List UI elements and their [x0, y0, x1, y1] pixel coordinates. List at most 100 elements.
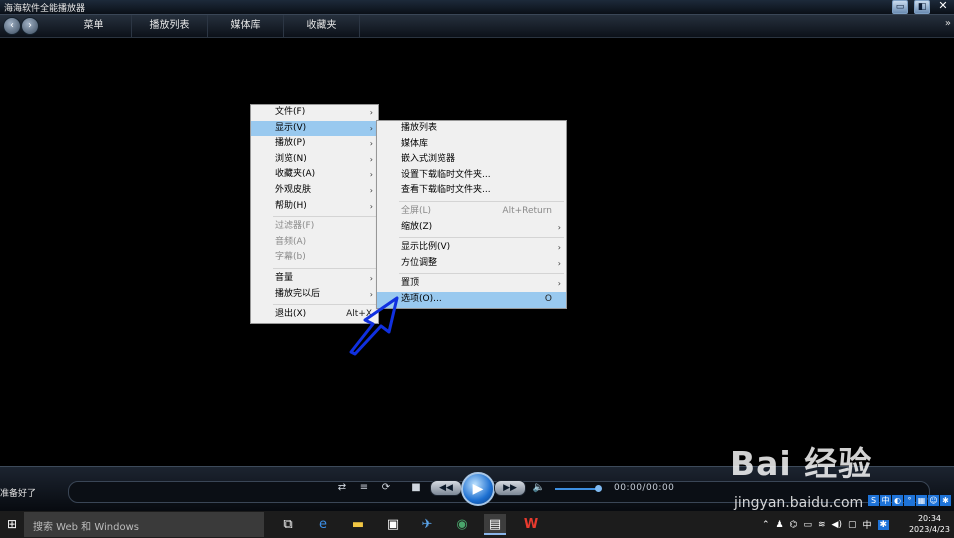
ime-moon-icon[interactable]: ◐ [892, 495, 903, 506]
submenu-arrow-icon: › [369, 108, 373, 117]
submenu-item-orientation[interactable]: 方位调整 › [377, 256, 566, 272]
tray-notification-icon[interactable]: ▢ [848, 520, 857, 530]
submenu-item-embedded-browser[interactable]: 嵌入式浏览器 [377, 152, 566, 168]
submenu-arrow-icon: › [369, 185, 373, 195]
submenu-item-playlist[interactable]: 播放列表 [377, 121, 566, 137]
submenu-arrow-icon: › [557, 222, 561, 232]
file-explorer-icon[interactable]: ▬ [347, 514, 369, 535]
submenu-item-aspect-ratio[interactable]: 显示比例(V) › [377, 240, 566, 256]
tray-ime-icon[interactable]: ✱ [877, 519, 890, 530]
search-input[interactable]: 搜索 Web 和 Windows [24, 512, 264, 537]
minimize-button[interactable]: ▭ [892, 0, 908, 14]
submenu-arrow-icon: › [369, 170, 373, 180]
taskbar-clock[interactable]: 20:34 2023/4/23 [909, 513, 950, 535]
menu-item-play[interactable]: 播放(P) › [251, 136, 378, 152]
tray-wifi-icon[interactable]: ≋ [818, 520, 826, 530]
menu-separator [399, 273, 564, 275]
tray-expand-icon[interactable]: ⌃ [762, 520, 770, 530]
tray-network-icon[interactable]: ⌬ [790, 520, 798, 530]
edge-browser-icon[interactable]: e [312, 514, 334, 535]
clock-time: 20:34 [917, 514, 942, 523]
player-app-icon[interactable]: ▤ [484, 514, 506, 535]
menu-item-label: 嵌入式浏览器 [401, 154, 456, 165]
submenu-item-always-on-top[interactable]: 置顶 › [377, 276, 566, 292]
menu-item-label: 播放列表 [401, 123, 438, 133]
tab-media-library[interactable]: 媒体库 [208, 15, 284, 37]
ime-user-icon[interactable]: ☺ [928, 495, 939, 506]
ime-settings-icon[interactable]: ✱ [940, 495, 951, 506]
menu-item-label: 文件(F) [275, 107, 306, 117]
tab-playlist[interactable]: 播放列表 [132, 15, 208, 37]
menu-item-label: 播放(P) [275, 138, 306, 149]
start-button[interactable]: ⊞ [0, 511, 24, 538]
submenu-item-fullscreen: 全屏(L) Alt+Return [377, 204, 566, 220]
playlist-icon[interactable]: ≡ [358, 481, 370, 495]
next-button[interactable]: ▶▶ [494, 480, 526, 496]
submenu-item-view-temp-folder[interactable]: 查看下载临时文件夹... [377, 183, 566, 199]
menu-item-label: 音量 [275, 272, 294, 283]
menu-shortcut: Alt+Return [502, 205, 552, 216]
menu-item-label: 显示(V) [275, 122, 307, 133]
more-chevron-icon[interactable]: » [945, 18, 951, 29]
nav-buttons: ‹ › [3, 17, 39, 35]
menu-item-label: 帮助(H) [275, 200, 307, 211]
ime-punct-icon[interactable]: ° [904, 495, 915, 506]
window-title: 海海软件全能播放器 [4, 4, 86, 14]
tab-menu[interactable]: 菜单 [56, 15, 132, 37]
menu-item-browse[interactable]: 浏览(N) › [251, 152, 378, 168]
volume-slider-knob[interactable] [595, 485, 602, 492]
globe-app-icon[interactable]: ◉ [451, 514, 473, 535]
tray-volume-icon[interactable]: ◀) [832, 520, 842, 530]
menu-item-label: 过滤器(F) [275, 221, 315, 232]
task-view-icon[interactable]: ⧉ [277, 514, 299, 535]
shuffle-icon[interactable]: ⇄ [336, 481, 348, 495]
previous-button[interactable]: ◀◀ [430, 480, 462, 496]
forward-arrow-icon[interactable]: › [21, 17, 39, 35]
menu-item-display[interactable]: 显示(V) › [251, 120, 378, 137]
repeat-icon[interactable]: ⟳ [380, 481, 392, 495]
menu-item-volume[interactable]: 音量 › [251, 271, 378, 287]
tray-user-icon[interactable]: ♟ [776, 520, 784, 530]
system-tray: ⌃ ♟ ⌬ ▭ ≋ ◀) ▢ 中 ✱ [762, 511, 890, 538]
back-arrow-icon[interactable]: ‹ [3, 17, 21, 35]
stop-icon[interactable]: ■ [410, 481, 422, 495]
volume-icon[interactable]: 🔈 [532, 481, 546, 495]
submenu-item-zoom[interactable]: 缩放(Z) › [377, 220, 566, 236]
menu-shortcut: O [544, 293, 552, 304]
wps-app-icon[interactable]: W [520, 514, 542, 535]
menu-item-favorites[interactable]: 收藏夹(A) › [251, 167, 378, 183]
volume-slider[interactable] [555, 488, 598, 490]
submenu-arrow-icon: › [369, 201, 373, 211]
tray-battery-icon[interactable]: ▭ [803, 520, 812, 530]
menu-item-file[interactable]: 文件(F) › [251, 105, 378, 121]
search-placeholder: 搜索 Web 和 Windows [33, 522, 139, 533]
store-icon[interactable]: ▣ [382, 514, 404, 535]
submenu-item-media-library[interactable]: 媒体库 [377, 137, 566, 153]
play-button[interactable]: ▶ [461, 472, 495, 506]
tab-favorites[interactable]: 收藏夹 [284, 15, 360, 37]
menu-item-label: 退出(X) [275, 309, 307, 320]
menu-separator [399, 200, 564, 202]
bird-app-icon[interactable]: ✈ [416, 514, 438, 535]
main-context-menu: 文件(F) › 显示(V) › 播放(P) › 浏览(N) › 收藏夹(A) › 外观皮肤… [250, 104, 379, 324]
menu-separator [399, 237, 564, 239]
ime-lang-icon[interactable]: 中 [880, 495, 891, 506]
display-submenu: 播放列表 媒体库 嵌入式浏览器 设置下载临时文件夹... 查看下载临时文件夹..… [376, 120, 567, 309]
ime-s-icon[interactable]: S [868, 495, 879, 506]
menu-item-help[interactable]: 帮助(H) › [251, 199, 378, 215]
menu-item-label: 音频(A) [275, 236, 307, 247]
submenu-arrow-icon: › [369, 273, 373, 283]
tray-lang[interactable]: 中 [863, 518, 872, 531]
window-controls: ▭ ◧ ✕ [892, 0, 950, 14]
submenu-item-set-temp-folder[interactable]: 设置下载临时文件夹... [377, 168, 566, 184]
menu-item-skins[interactable]: 外观皮肤 › [251, 183, 378, 199]
menu-item-label: 全屏(L) [401, 205, 432, 216]
taskbar: ⊞ 搜索 Web 和 Windows ⧉ e ▬ ▣ ✈ ◉ ▤ W ⌃ ♟ ⌬… [0, 511, 954, 538]
mini-mode-button[interactable]: ◧ [914, 0, 930, 14]
ime-keyboard-icon[interactable]: ▦ [916, 495, 927, 506]
menu-item-label: 缩放(Z) [401, 221, 433, 232]
menu-item-label: 方位调整 [401, 257, 438, 268]
menu-tabs: 菜单 播放列表 媒体库 收藏夹 [56, 15, 360, 37]
close-button[interactable]: ✕ [936, 0, 950, 12]
submenu-arrow-icon: › [557, 279, 561, 289]
